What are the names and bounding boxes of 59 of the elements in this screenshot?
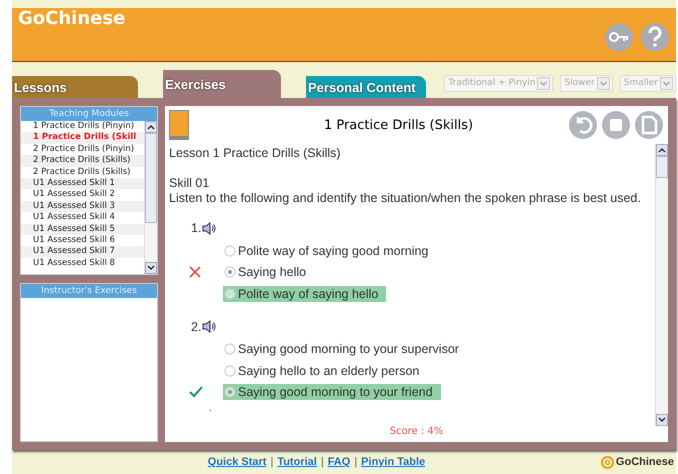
footer-link[interactable]: Tutorial <box>277 456 317 468</box>
scrollbar[interactable] <box>144 121 157 274</box>
dot-text: . <box>208 403 213 415</box>
radio-button[interactable] <box>224 266 236 278</box>
footer-link[interactable]: Quick Start <box>208 456 266 468</box>
separator: | <box>270 456 274 468</box>
module-item[interactable]: U1 Assessed Skill 2 <box>21 189 144 201</box>
help-icon[interactable] <box>640 22 670 52</box>
footer-link[interactable]: FAQ <box>328 456 350 468</box>
module-item[interactable]: 1 Practice Drills (Pinyin) <box>21 121 144 132</box>
undo-icon[interactable] <box>568 110 598 140</box>
tab[interactable]: Lessons <box>12 76 138 98</box>
scrollbar[interactable] <box>655 144 668 426</box>
separator: | <box>320 456 324 468</box>
panel-title: Teaching Modules <box>21 107 157 121</box>
footer-link[interactable]: Pinyin Table <box>361 456 426 468</box>
speaker-icon[interactable] <box>202 222 216 234</box>
separator: | <box>354 456 358 468</box>
question-number: 1. <box>191 221 202 235</box>
panel-title: Instructor's Exercises <box>21 284 157 298</box>
answer-option[interactable]: Polite way of saying hello <box>223 286 386 302</box>
radio-button[interactable] <box>224 343 236 356</box>
spiral-logo-icon <box>600 456 614 468</box>
brand-name: GoChinese <box>616 456 674 468</box>
scrollbar-thumb[interactable] <box>145 133 157 223</box>
skill-label: Skill 01 <box>169 176 210 191</box>
tab[interactable]: Exercises <box>163 70 281 98</box>
answer-option[interactable]: Saying good morning to your supervisor <box>223 341 467 358</box>
radio-button[interactable] <box>224 244 236 257</box>
scrollbar-thumb[interactable] <box>656 156 668 178</box>
exercise-title: 1 Practice Drills (Skills) <box>322 118 474 132</box>
answer-option[interactable]: Saying hello <box>223 264 314 280</box>
question-number: 2. <box>191 320 202 334</box>
module-item[interactable]: U1 Assessed Skill 5 <box>21 224 144 236</box>
speaker-icon[interactable] <box>202 320 216 333</box>
radio-button[interactable] <box>224 288 236 300</box>
document-icon[interactable] <box>634 110 664 140</box>
module-item[interactable]: 2 Practice Drills (Skills) <box>21 155 144 167</box>
stop-icon[interactable] <box>601 110 631 140</box>
book-icon <box>169 110 189 140</box>
module-item[interactable]: U1 Assessed Skill 6 <box>21 235 144 246</box>
logo: GoChinese <box>18 8 126 29</box>
answer-option[interactable]: Saying hello to an elderly person <box>223 362 428 379</box>
radio-button[interactable] <box>224 364 236 377</box>
answer-option[interactable]: Polite way of saying good morning <box>223 242 436 259</box>
module-item[interactable]: 2 Practice Drills (Skills) <box>21 166 144 178</box>
module-item[interactable]: U1 Assessed Skill 7 <box>21 246 144 258</box>
module-item[interactable]: U1 Assessed Skill 3 <box>21 200 144 212</box>
lesson-heading: Lesson 1 Practice Drills (Skills) <box>169 146 342 161</box>
module-item[interactable]: U1 Assessed Skill 4 <box>21 212 144 224</box>
module-item[interactable]: 1 Practice Drills (Skill <box>21 132 144 144</box>
module-item[interactable]: 2 Practice Drills (Pinyin) <box>21 144 144 156</box>
module-item[interactable]: U1 Assessed Skill 8 <box>21 258 144 270</box>
instruction-text: Listen to the following and identify the situation/when the spoken phrase is best used. <box>169 191 642 206</box>
score-text: Score : 4% <box>388 426 444 439</box>
answer-option[interactable]: Saying good morning to your friend <box>223 384 441 400</box>
radio-button[interactable] <box>224 386 236 398</box>
key-icon[interactable] <box>604 22 634 52</box>
module-item[interactable]: U1 Assessed Skill 1 <box>21 178 144 190</box>
